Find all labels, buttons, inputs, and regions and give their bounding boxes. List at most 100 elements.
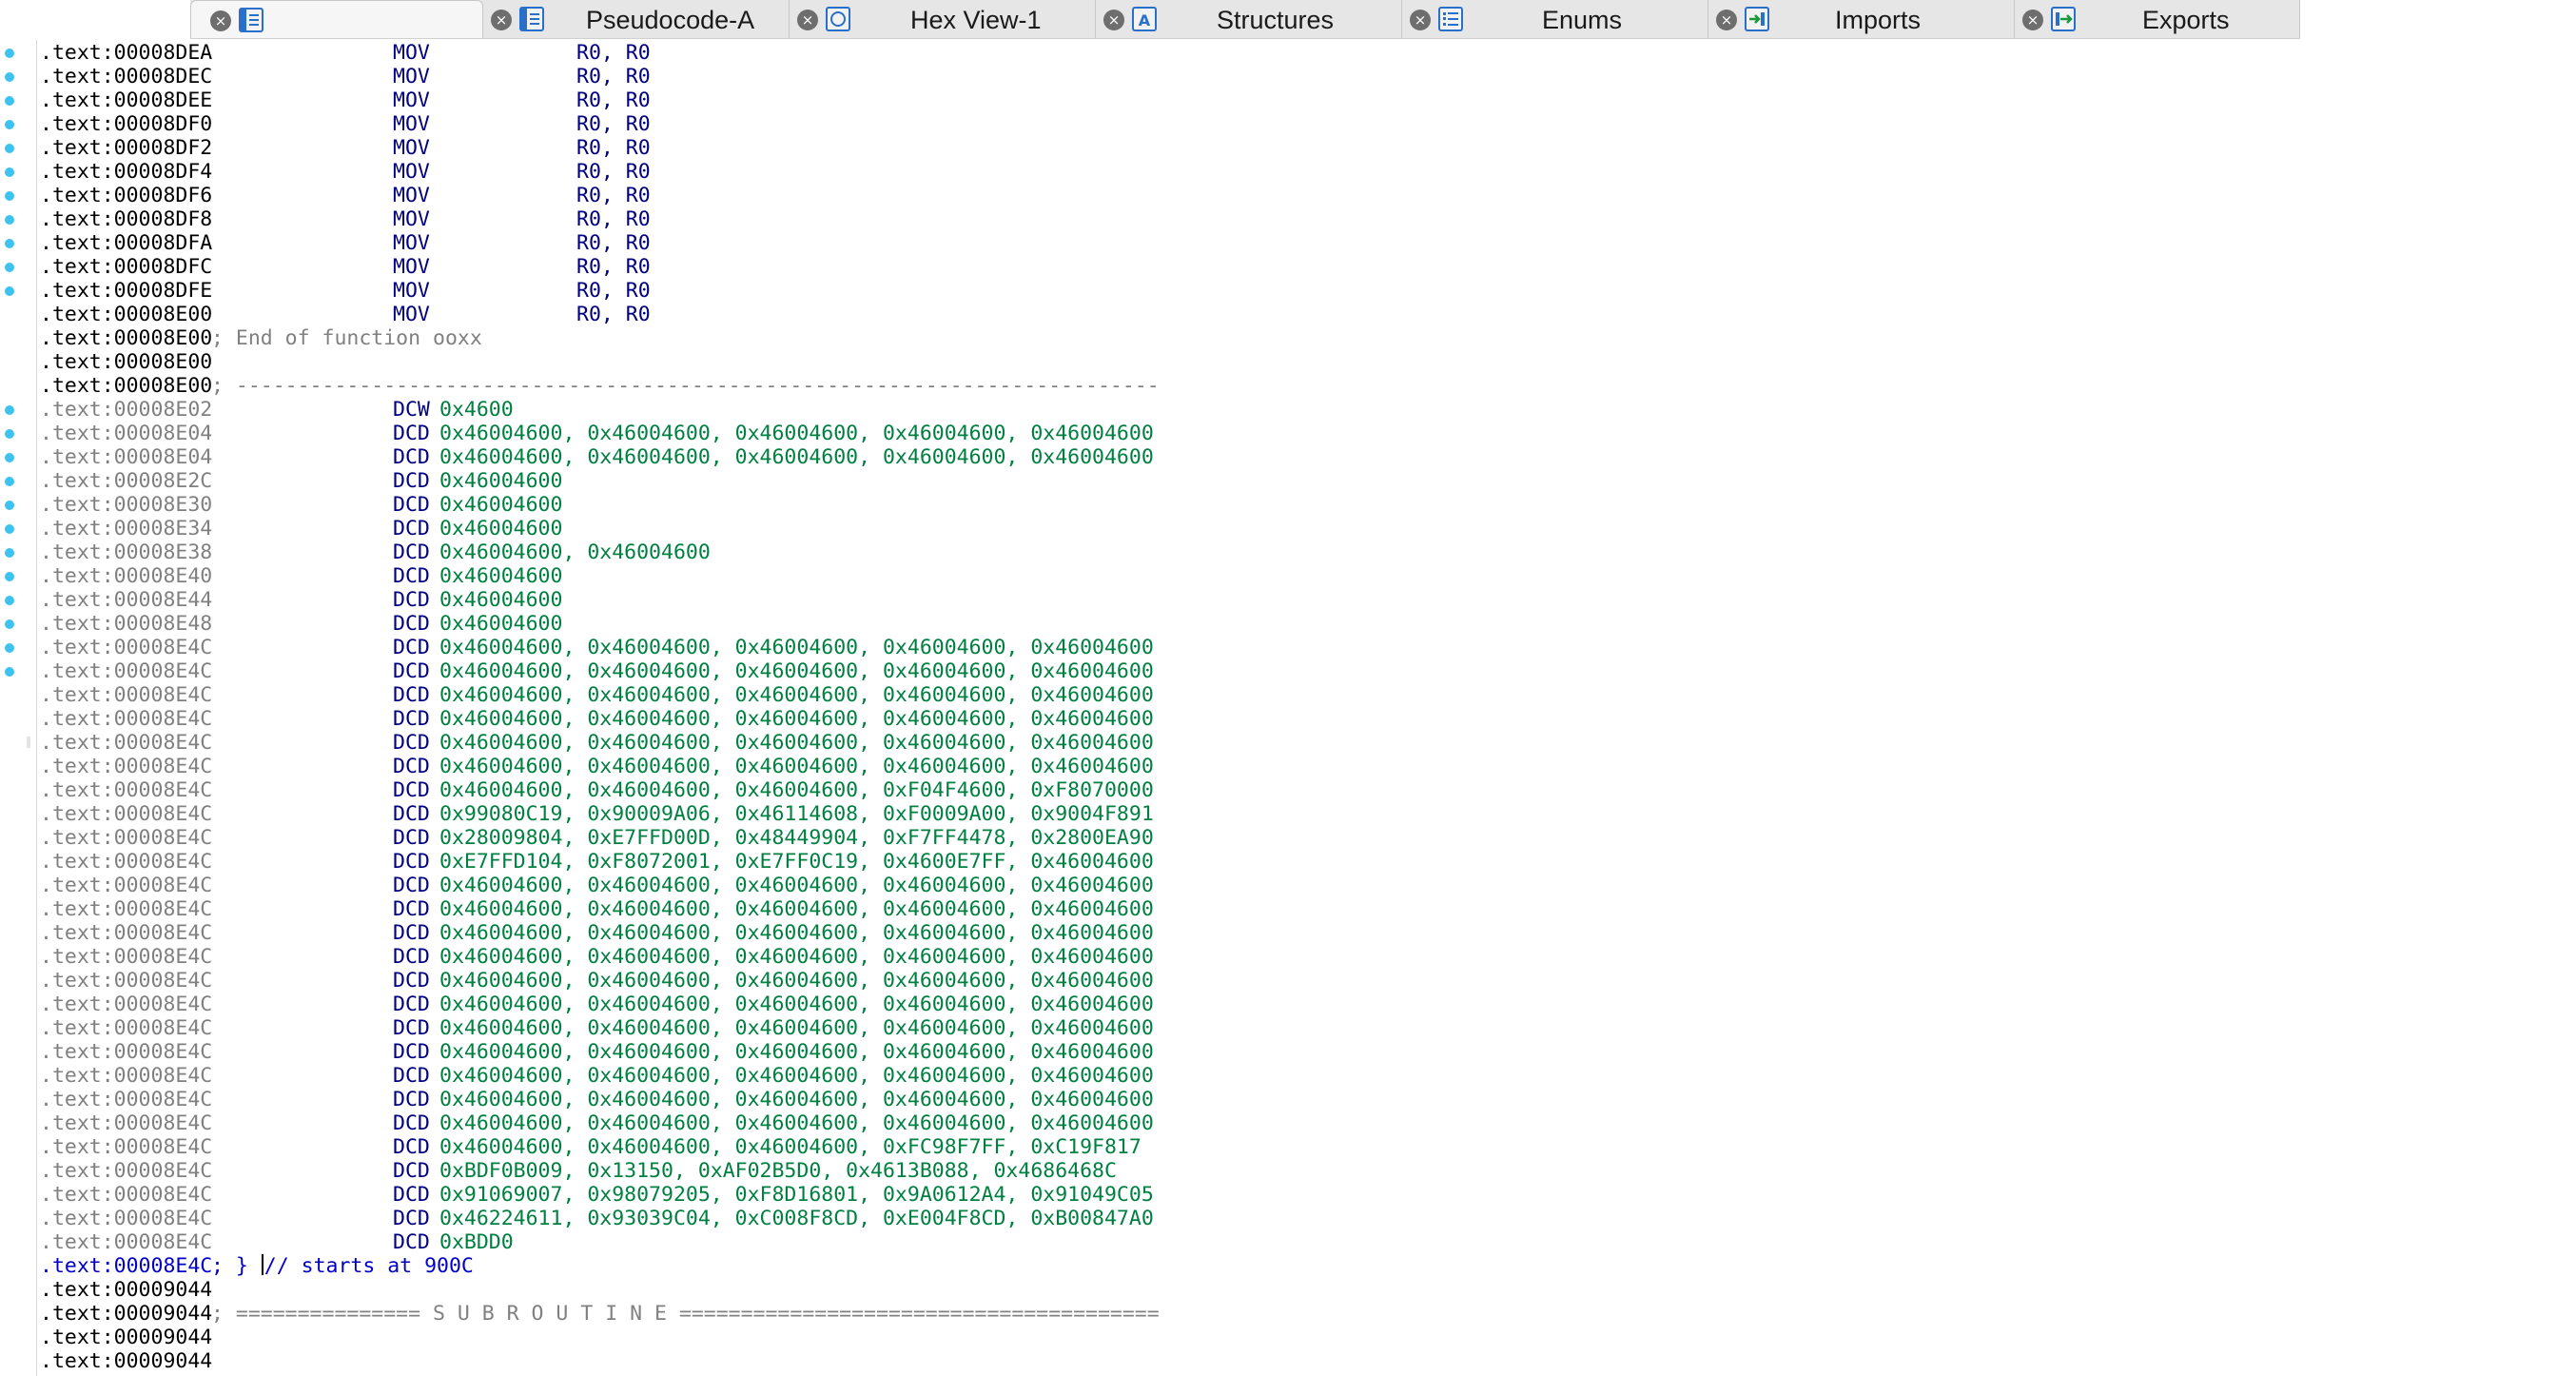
operands[interactable]: R0, R0 — [576, 112, 651, 136]
operands[interactable]: 0x46004600, 0x46004600, 0x46004600, 0x46… — [439, 636, 1154, 659]
address: .text:00008E4C — [40, 778, 213, 802]
operands[interactable]: 0x46004600, 0x46004600, 0x46004600, 0x46… — [439, 1016, 1154, 1040]
operands[interactable]: 0x46004600, 0x46004600, 0x46004600, 0x46… — [439, 422, 1154, 445]
tab-disassembly[interactable]: × — [190, 0, 483, 38]
operands[interactable]: 0x46004600, 0x46004600, 0x46004600, 0x46… — [439, 659, 1154, 683]
flow-marker-icon — [5, 144, 14, 153]
mnemonic: MOV — [393, 279, 430, 303]
close-tab-icon[interactable]: × — [1410, 10, 1431, 30]
operands[interactable]: 0xBDF0B009, 0x13150, 0xAF02B5D0, 0x4613B… — [439, 1159, 1117, 1183]
address: .text:00008E4C — [40, 1111, 213, 1135]
mnemonic: DCD — [393, 683, 430, 707]
operands[interactable]: 0x46004600, 0x46004600, 0x46004600, 0x46… — [439, 707, 1154, 731]
operands[interactable]: R0, R0 — [576, 255, 651, 279]
operands[interactable]: 0x46004600 — [439, 493, 562, 517]
operands[interactable]: 0x46004600 — [439, 469, 562, 493]
operands[interactable]: 0x28009804, 0xE7FFD00D, 0x48449904, 0xF7… — [439, 826, 1154, 850]
operands[interactable]: 0x4600 — [439, 398, 514, 422]
operands[interactable]: 0x46004600, 0x46004600, 0x46004600, 0x46… — [439, 1064, 1154, 1088]
operands[interactable]: 0x46004600 — [439, 517, 562, 541]
operands[interactable]: 0x46004600, 0x46004600, 0x46004600, 0x46… — [439, 731, 1154, 755]
operands[interactable]: R0, R0 — [576, 184, 651, 207]
address: .text:00008E4C — [40, 636, 213, 659]
mnemonic: MOV — [393, 136, 430, 160]
operands[interactable]: 0x46004600 — [439, 588, 562, 612]
operands[interactable]: 0x46004600, 0x46004600, 0x46004600, 0x46… — [439, 993, 1154, 1016]
address: .text:00008DEE — [40, 88, 213, 112]
operands[interactable]: 0x46004600, 0x46004600 — [439, 541, 711, 564]
operands[interactable]: 0x46004600, 0x46004600, 0x46004600, 0x46… — [439, 1111, 1154, 1135]
operands[interactable]: 0x91069007, 0x98079205, 0xF8D16801, 0x9A… — [439, 1183, 1154, 1207]
operands[interactable]: R0, R0 — [576, 231, 651, 255]
operands[interactable]: 0x46004600, 0x46004600, 0x46004600, 0x46… — [439, 969, 1154, 993]
operands[interactable]: 0x46004600, 0x46004600, 0x46004600, 0x46… — [439, 1088, 1154, 1111]
operands[interactable]: 0x46004600 — [439, 564, 562, 588]
operands[interactable]: R0, R0 — [576, 136, 651, 160]
operands[interactable]: R0, R0 — [576, 65, 651, 88]
tab-pseudocode-a[interactable]: × Pseudocode-A — [483, 0, 790, 38]
operands[interactable]: 0x99080C19, 0x90009A06, 0x46114608, 0xF0… — [439, 802, 1154, 826]
operands[interactable]: R0, R0 — [576, 160, 651, 184]
tab-label: Structures — [1217, 6, 1335, 34]
flow-marker-icon — [5, 667, 14, 677]
operands[interactable]: 0x46004600, 0x46004600, 0x46004600, 0x46… — [439, 1040, 1154, 1064]
operands[interactable]: 0x46004600, 0x46004600, 0x46004600, 0x46… — [439, 445, 1154, 469]
close-tab-icon[interactable]: × — [2022, 10, 2043, 30]
mnemonic: DCD — [393, 874, 430, 897]
tab-structures[interactable]: × A Structures — [1096, 0, 1402, 38]
flow-marker-icon — [5, 572, 14, 581]
flow-marker-icon — [5, 524, 14, 534]
tab-enums[interactable]: × Enums — [1402, 0, 1708, 38]
gutter — [0, 40, 36, 1376]
mnemonic: DCD — [393, 1040, 430, 1064]
operands[interactable]: 0x46224611, 0x93039C04, 0xC008F8CD, 0xE0… — [439, 1207, 1154, 1230]
mnemonic: DCD — [393, 707, 430, 731]
close-tab-icon[interactable]: × — [797, 10, 818, 30]
operands[interactable]: 0x46004600, 0x46004600, 0x46004600, 0x46… — [439, 874, 1154, 897]
operands[interactable]: 0x46004600 — [439, 612, 562, 636]
tab-exports[interactable]: × Exports — [2015, 0, 2300, 38]
mnemonic: MOV — [393, 231, 430, 255]
address: .text:00008DF8 — [40, 207, 213, 231]
tab-hex-view-1[interactable]: × Hex View-1 — [790, 0, 1096, 38]
selected-comment[interactable]: ; } // starts at 900C — [211, 1254, 474, 1278]
operands[interactable]: 0xBDD0 — [439, 1230, 514, 1254]
tab-imports[interactable]: × Imports — [1708, 0, 2015, 38]
flow-marker-icon — [5, 453, 14, 462]
address: .text:00008E00 — [40, 303, 213, 326]
mnemonic: DCD — [393, 1135, 430, 1159]
address: .text:00008E4C — [40, 850, 213, 874]
address: .text:00008E4C — [40, 874, 213, 897]
operands[interactable]: 0x46004600, 0x46004600, 0x46004600, 0x46… — [439, 683, 1154, 707]
operands[interactable]: 0x46004600, 0x46004600, 0x46004600, 0x46… — [439, 755, 1154, 778]
mnemonic: DCD — [393, 541, 430, 564]
close-tab-icon[interactable]: × — [1716, 10, 1737, 30]
operands[interactable]: R0, R0 — [576, 207, 651, 231]
operands[interactable]: R0, R0 — [576, 41, 651, 65]
close-tab-icon[interactable]: × — [1103, 10, 1124, 30]
address: .text:00008E38 — [40, 541, 213, 564]
comment: ; =============== S U B R O U T I N E ==… — [211, 1302, 1160, 1326]
flow-marker-icon — [5, 501, 14, 510]
operands[interactable]: R0, R0 — [576, 279, 651, 303]
close-tab-icon[interactable]: × — [210, 10, 231, 31]
operands[interactable]: 0x46004600, 0x46004600, 0x46004600, 0x46… — [439, 897, 1154, 921]
mnemonic: MOV — [393, 303, 430, 326]
operands[interactable]: R0, R0 — [576, 88, 651, 112]
operands[interactable]: 0x46004600, 0x46004600, 0x46004600, 0xFC… — [439, 1135, 1142, 1159]
disassembly-listing[interactable]: .text:00008DEA MOV R0, R0 .text:00008DEC MOV… — [40, 41, 2570, 1373]
flow-marker-icon — [5, 263, 14, 272]
address: .text:00008E04 — [40, 422, 213, 445]
tab-label: Hex View-1 — [910, 6, 1042, 34]
operands[interactable]: 0x46004600, 0x46004600, 0x46004600, 0xF0… — [439, 778, 1154, 802]
operands[interactable]: 0xE7FFD104, 0xF8072001, 0xE7FF0C19, 0x46… — [439, 850, 1154, 874]
operands[interactable]: 0x46004600, 0x46004600, 0x46004600, 0x46… — [439, 921, 1154, 945]
flow-marker-icon — [5, 72, 14, 82]
address: .text:00008E4C — [40, 826, 213, 850]
close-tab-icon[interactable]: × — [491, 10, 512, 30]
comment-prefix: ; } — [211, 1254, 248, 1278]
address: .text:00008E4C — [40, 1088, 213, 1111]
operands[interactable]: 0x46004600, 0x46004600, 0x46004600, 0x46… — [439, 945, 1154, 969]
code-listing-icon — [239, 8, 263, 32]
operands[interactable]: R0, R0 — [576, 303, 651, 326]
